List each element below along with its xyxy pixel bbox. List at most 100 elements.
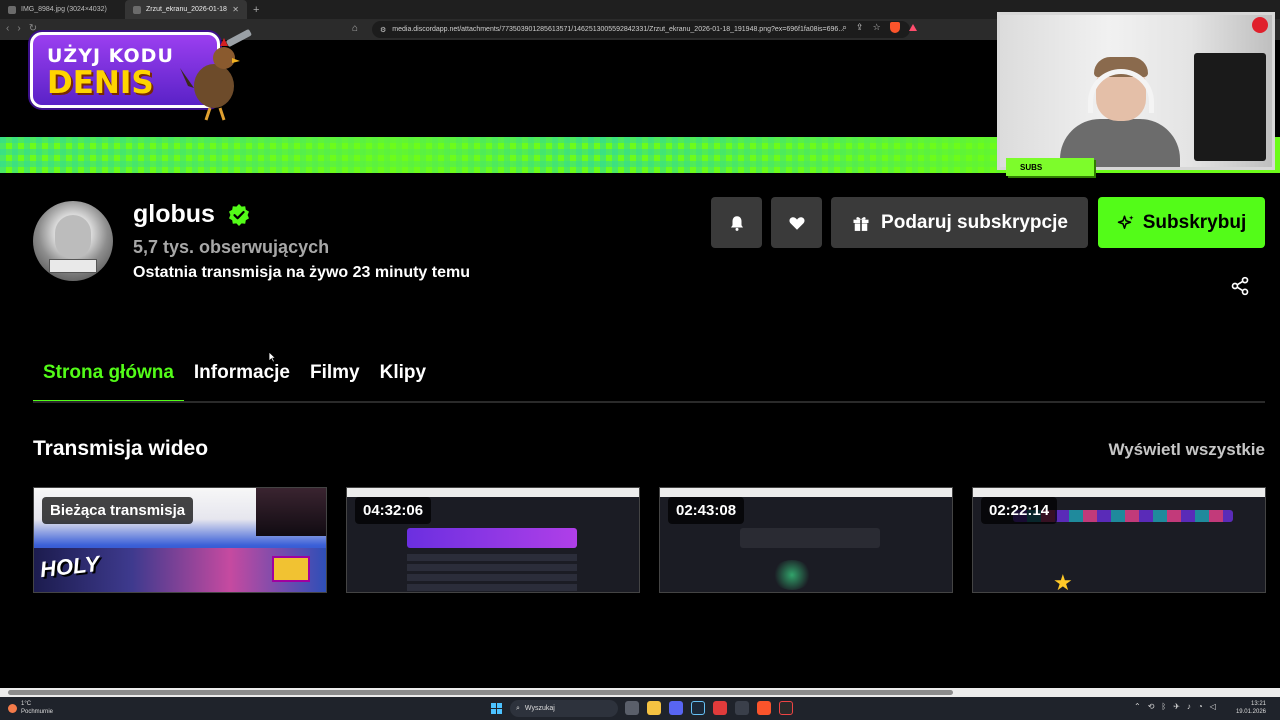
sparkle-icon: [1117, 215, 1134, 229]
promo-code-overlay: UŻYJ KODU DENIS: [30, 28, 252, 122]
browser-tab-title: IMG_8984.jpg (3024×4032): [21, 6, 107, 13]
weather-widget[interactable]: 1°C Pochmurnie: [8, 700, 53, 716]
temperature: 1°C: [21, 701, 32, 707]
network-app-icon[interactable]: ⟲: [1148, 702, 1155, 711]
profile-tabs: Strona główna Informacje Filmy Klipy: [33, 358, 436, 402]
bookmark-icon[interactable]: ⌂: [352, 23, 358, 34]
tray-app-icon[interactable]: ✈: [1173, 702, 1180, 711]
steam-icon[interactable]: [691, 701, 705, 715]
brave-shield-icon[interactable]: [889, 22, 900, 33]
clock-time: 13:21: [1250, 701, 1266, 707]
brave-rewards-icon[interactable]: [908, 24, 917, 31]
zoom-icon[interactable]: ⌕: [842, 22, 847, 33]
live-badge: Bieżąca transmisja: [42, 497, 194, 524]
thumbnail-banner: [740, 528, 880, 548]
promo-code: DENIS: [47, 65, 154, 101]
windows-start-icon[interactable]: [491, 703, 502, 714]
globe-icon: [133, 5, 141, 14]
mouse-cursor-icon: [268, 351, 276, 363]
search-icon: ⌕: [516, 704, 520, 712]
promo-line1: UŻYJ KODU: [47, 45, 174, 67]
chevron-up-icon[interactable]: ⌃: [1134, 702, 1141, 711]
discord-icon[interactable]: [669, 701, 683, 715]
file-explorer-icon[interactable]: [647, 701, 661, 715]
bell-icon: [730, 215, 743, 231]
speaker-icon[interactable]: ◁: [1210, 702, 1216, 711]
follow-button[interactable]: [771, 197, 822, 248]
subscribe-button[interactable]: Subskrybuj: [1098, 197, 1265, 248]
tab-clips[interactable]: Klipy: [370, 358, 436, 402]
app-icon[interactable]: [779, 701, 793, 715]
notifications-button[interactable]: [711, 197, 762, 248]
toolbar-actions: ⌕ ⇪ ☆: [842, 22, 917, 33]
system-clock[interactable]: 13:21 19.01.2026: [1236, 700, 1266, 716]
duration-badge: 04:32:06: [355, 497, 432, 524]
show-all-link[interactable]: Wyświetl wszystkie: [1108, 440, 1265, 460]
browser-tab-title: Zrzut_ekranu_2026-01-18_19194: [146, 6, 227, 13]
duration-badge: 02:43:08: [668, 497, 745, 524]
close-tab-icon[interactable]: ✕: [232, 5, 239, 14]
address-bar[interactable]: ⚙ media.discordapp.net/attachments/77350…: [372, 21, 910, 38]
microphone-icon[interactable]: ♪: [1187, 702, 1191, 711]
subs-tag: SUBS: [1006, 158, 1094, 176]
back-icon[interactable]: ‹: [6, 23, 9, 34]
tab-home[interactable]: Strona główna: [33, 358, 184, 402]
channel-name: globus: [133, 200, 215, 228]
task-view-icon[interactable]: [625, 701, 639, 715]
avatar[interactable]: [33, 201, 113, 281]
thumbnail-webcam: [256, 488, 326, 536]
new-tab-icon[interactable]: +: [253, 4, 259, 16]
image-file-icon: [8, 5, 16, 14]
tab-about[interactable]: Informacje: [184, 358, 300, 402]
gift-icon: [853, 216, 869, 231]
video-thumbnail[interactable]: 02:43:08: [659, 487, 953, 593]
record-icon: [1252, 17, 1268, 33]
scrollbar-thumb[interactable]: [8, 690, 953, 695]
app-icon[interactable]: [735, 701, 749, 715]
video-thumbnail[interactable]: ★ 02:22:14: [972, 487, 1266, 593]
section-title: Transmisja wideo: [33, 437, 209, 460]
video-thumbnail-live[interactable]: HOLY Bieżąca transmisja: [33, 487, 327, 593]
taskbar-apps: [625, 701, 793, 715]
gift-subscription-button[interactable]: Podaruj subskrypcje: [831, 197, 1088, 248]
followers-count: 5,7 tys. obserwujących: [133, 237, 330, 257]
streamer-figure: [1060, 57, 1180, 167]
taskbar-search[interactable]: ⌕ Wyszukaj: [510, 700, 618, 717]
wifi-icon[interactable]: ◔: [1198, 702, 1203, 711]
thumbnail-sign: [272, 556, 310, 582]
webcam-shelf: [1194, 53, 1266, 161]
system-tray: ⌃ ⟲ ᛒ ✈ ♪ ◔ ◁: [1134, 702, 1216, 711]
weather-condition: Pochmurnie: [21, 709, 54, 715]
weather-icon: [8, 703, 17, 713]
heart-icon: [788, 216, 805, 230]
banner-pixel-pattern: [0, 137, 1000, 173]
brave-browser-icon[interactable]: [757, 701, 771, 715]
thumbnail-rows: [407, 554, 577, 592]
rooster-mascot-icon: [180, 29, 252, 121]
horizontal-scrollbar[interactable]: [0, 688, 1280, 697]
bookmark-star-icon[interactable]: ☆: [873, 22, 881, 33]
tab-videos[interactable]: Filmy: [300, 358, 370, 402]
webcam-overlay: [997, 12, 1275, 170]
avatar-face: [55, 215, 91, 259]
verified-icon: [229, 204, 249, 226]
taskbar: 1°C Pochmurnie ⌕ Wyszukaj ⌃ ⟲ ᛒ ✈ ♪ ◔ ◁ …: [0, 697, 1280, 720]
share-icon[interactable]: [1230, 276, 1250, 296]
browser-tab[interactable]: IMG_8984.jpg (3024×4032): [0, 0, 125, 19]
subscribe-label: Subskrybuj: [1142, 211, 1247, 233]
forward-icon[interactable]: ›: [17, 23, 20, 34]
video-thumbnail[interactable]: 04:32:06: [346, 487, 640, 593]
clock-date: 19.01.2026: [1235, 709, 1266, 715]
address-bar-url: media.discordapp.net/attachments/7735039…: [392, 26, 845, 33]
app-icon[interactable]: [713, 701, 727, 715]
browser-tab-active[interactable]: Zrzut_ekranu_2026-01-18_19194 ✕: [125, 0, 247, 19]
share-page-icon[interactable]: ⇪: [856, 22, 864, 33]
thumbnail-banner: [407, 528, 577, 548]
thumbnail-glow: [772, 560, 812, 590]
duration-badge: 02:22:14: [981, 497, 1058, 524]
site-info-icon[interactable]: ⚙: [380, 26, 386, 34]
bluetooth-icon[interactable]: ᛒ: [1161, 702, 1166, 711]
avatar-board: [49, 259, 97, 273]
star-icon: ★: [1053, 570, 1073, 593]
gift-subscription-label: Podaruj subskrypcje: [881, 211, 1068, 233]
